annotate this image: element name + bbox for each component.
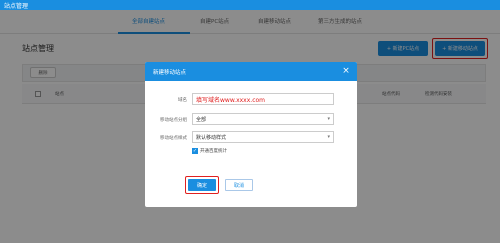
domain-input[interactable]: 填写域名www.xxxx.com [192,93,334,105]
new-mobile-site-dialog: 新建移动站点 × 域名 填写域名www.xxxx.com 移动站点分组 全部 ▾… [145,62,357,207]
window-title: 站点管理 [4,3,29,10]
group-label: 移动站点分组 [160,118,187,123]
dialog-header: 新建移动站点 × [145,62,357,81]
cancel-button[interactable]: 取消 [225,179,253,191]
domain-input-value: 填写域名www.xxxx.com [196,96,266,104]
window-titlebar: 站点管理 [0,0,500,10]
chevron-down-icon: ▾ [327,134,330,140]
close-icon[interactable]: × [341,66,351,76]
style-label: 移动站点样式 [160,136,187,141]
domain-label: 域名 [178,98,187,103]
group-select[interactable]: 全部 ▾ [192,113,334,125]
dialog-title: 新建移动站点 [153,70,187,76]
baidu-stats-label: 开通百度统计 [200,149,227,154]
style-select-value: 默认移动样式 [196,134,227,141]
style-select[interactable]: 默认移动样式 ▾ [192,131,334,143]
baidu-stats-option[interactable]: ✓ 开通百度统计 [192,148,227,154]
group-select-value: 全部 [196,116,207,123]
chevron-down-icon: ▾ [327,116,330,122]
highlight-box [185,176,219,194]
check-icon[interactable]: ✓ [192,148,198,154]
